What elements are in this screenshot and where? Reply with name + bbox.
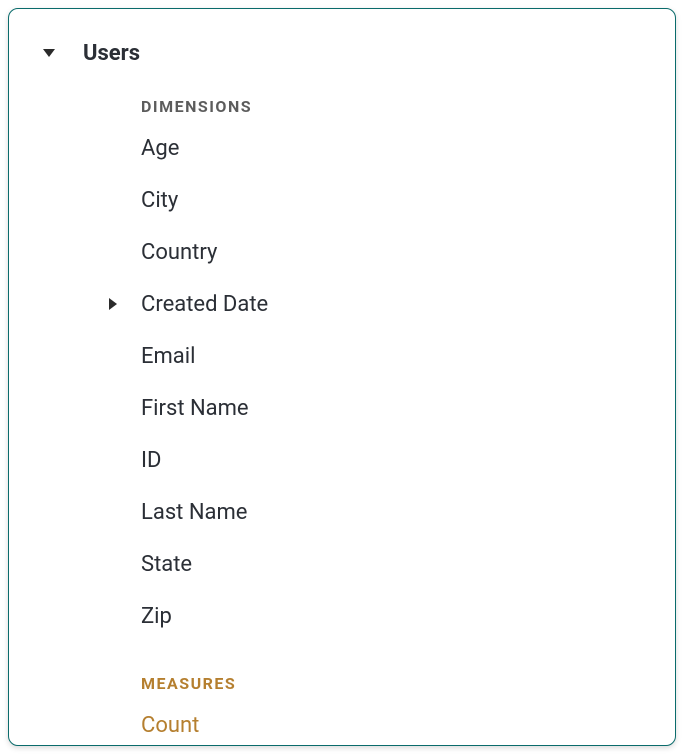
field-label: Created Date (141, 292, 268, 317)
field-label: Age (141, 136, 179, 161)
field-label: Last Name (141, 500, 247, 525)
field-id[interactable]: ID (9, 434, 675, 486)
field-label: Country (141, 240, 217, 265)
field-label: City (141, 188, 178, 213)
field-city[interactable]: City (9, 174, 675, 226)
field-first-name[interactable]: First Name (9, 382, 675, 434)
field-label: Zip (141, 604, 172, 629)
chevron-right-icon (109, 298, 117, 310)
field-country[interactable]: Country (9, 226, 675, 278)
field-picker-panel: Users DIMENSIONS Age City Country Create… (8, 8, 676, 746)
field-label: First Name (141, 396, 249, 421)
chevron-slot (109, 298, 141, 310)
field-count[interactable]: Count (9, 699, 675, 746)
field-created-date[interactable]: Created Date (9, 278, 675, 330)
field-email[interactable]: Email (9, 330, 675, 382)
field-last-name[interactable]: Last Name (9, 486, 675, 538)
field-label: Count (141, 713, 199, 738)
field-label: Email (141, 344, 195, 369)
field-zip[interactable]: Zip (9, 590, 675, 642)
field-age[interactable]: Age (9, 122, 675, 174)
field-label: State (141, 552, 192, 577)
field-label: ID (141, 448, 161, 473)
measures-header: MEASURES (9, 674, 675, 693)
dimensions-header: DIMENSIONS (9, 97, 675, 116)
chevron-down-icon (43, 49, 55, 57)
view-label: Users (83, 41, 140, 66)
field-state[interactable]: State (9, 538, 675, 590)
view-users-row[interactable]: Users (9, 33, 675, 73)
